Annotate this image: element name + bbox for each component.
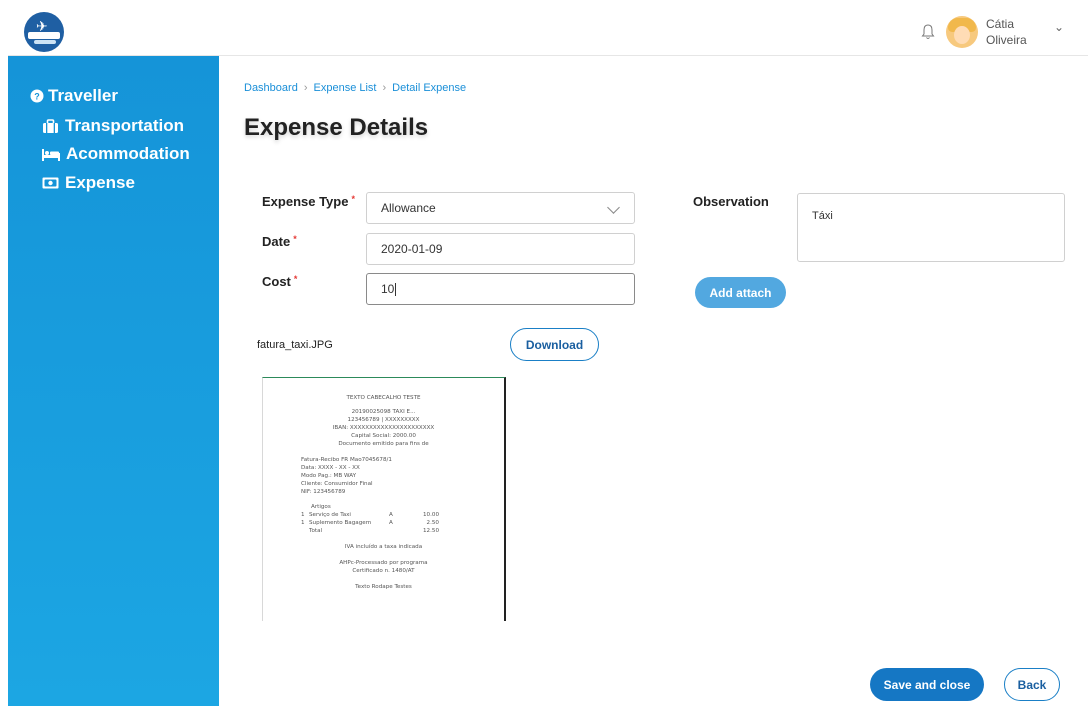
observation-textarea[interactable]: Táxi (797, 193, 1065, 262)
observation-value: Táxi (812, 210, 833, 222)
sidebar-item-label: Transportation (65, 116, 185, 135)
expense-type-select[interactable]: Allowance (366, 192, 635, 224)
sidebar-item-transportation[interactable]: Transportation (42, 116, 184, 136)
date-value: 2020-01-09 (381, 242, 443, 256)
receipt-iban: IBAN: XXXXXXXXXXXXXXXXXXXXXX (332, 425, 435, 431)
sidebar-item-acommodation[interactable]: Acommodation (42, 144, 190, 164)
breadcrumb-detail-expense[interactable]: Detail Expense (392, 82, 466, 94)
user-name[interactable]: Cátia Oliveira (986, 16, 1046, 48)
receipt-issued: Documento emitido para fins de (338, 441, 429, 447)
cost-input[interactable]: 10 (366, 273, 635, 305)
receipt-item-row: 1 Suplemento Bagagem A 2.50 (301, 520, 439, 526)
receipt-nif-line: 123456789 | XXXXXXXXX (347, 417, 420, 423)
avatar[interactable] (946, 16, 978, 48)
required-marker: * (293, 274, 298, 284)
back-button[interactable]: Back (1004, 668, 1060, 701)
receipt-company: 20190025098 TAXI E... (351, 409, 416, 415)
receipt-processed: AHPc-Processado por programa (339, 560, 428, 566)
sidebar-item-expense[interactable]: Expense (42, 173, 135, 193)
cost-label: Cost * (262, 274, 298, 289)
breadcrumb-separator-icon: › (303, 82, 308, 94)
app-logo[interactable]: ✈ (24, 12, 64, 52)
user-last-name: Oliveira (986, 33, 1027, 47)
receipt-item-row: 1 Serviço de Taxi A 10.00 (301, 512, 439, 518)
bell-icon[interactable] (920, 23, 936, 41)
sidebar-item-traveller[interactable]: ? Traveller (30, 86, 118, 106)
receipt-footer: Texto Rodape Testes (355, 584, 412, 590)
date-label: Date * (262, 234, 297, 249)
breadcrumb: Dashboard › Expense List › Detail Expens… (244, 82, 466, 94)
attachment-filename: fatura_taxi.JPG (257, 339, 333, 351)
receipt-date: Data: XXXX - XX - XX (301, 465, 360, 471)
receipt-header: TEXTO CABECALHO TESTE (346, 395, 421, 401)
bed-icon (42, 148, 60, 161)
sidebar-item-label: Expense (65, 173, 135, 192)
receipt-iva-note: IVA incluído a taxa indicada (344, 544, 423, 550)
receipt-invoice: Fatura-Recibo FR Mao7045678/1 (301, 457, 392, 463)
download-button[interactable]: Download (510, 328, 599, 361)
receipt-payment: Modo Pag.: MB WAY (301, 473, 357, 479)
receipt-capital: Capital Social: 2000.00 (351, 433, 416, 439)
breadcrumb-separator-icon: › (382, 82, 387, 94)
sidebar-item-label: Acommodation (66, 144, 190, 163)
expense-type-value: Allowance (381, 201, 436, 215)
required-marker: * (351, 194, 355, 204)
receipt-total-row: Total 12.50 (309, 528, 439, 534)
expense-type-label: Expense Type * (262, 194, 355, 209)
required-marker: * (293, 234, 297, 244)
briefcase-icon (43, 118, 58, 133)
save-and-close-button[interactable]: Save and close (870, 668, 984, 701)
svg-text:?: ? (34, 92, 40, 102)
receipt-items-title: Artigos (311, 504, 331, 510)
info-circle-icon: ? (30, 89, 44, 103)
text-cursor (395, 282, 397, 296)
breadcrumb-expense-list[interactable]: Expense List (314, 82, 377, 94)
receipt-client: Cliente: Consumidor Final (301, 481, 373, 487)
page-title: Expense Details (244, 114, 429, 141)
receipt-certificate: Certificado n. 1480/AT (352, 568, 415, 574)
sidebar-item-label: Traveller (48, 86, 118, 105)
date-input[interactable]: 2020-01-09 (366, 233, 635, 265)
sidebar: ? Traveller Transportation Acommodation … (8, 56, 219, 706)
observation-label: Observation (693, 194, 769, 209)
cost-value: 10 (381, 282, 395, 296)
user-first-name: Cátia (986, 17, 1015, 31)
add-attach-button[interactable]: Add attach (695, 277, 786, 308)
money-icon (42, 177, 59, 189)
receipt-nif: NIF: 123456789 (301, 489, 346, 495)
top-header: ✈ Cátia Oliveira ⌄ (8, 8, 1088, 56)
receipt-preview-image: TEXTO CABECALHO TESTE 20190025098 TAXI E… (262, 377, 506, 621)
chevron-down-icon (607, 201, 620, 214)
breadcrumb-dashboard[interactable]: Dashboard (244, 82, 298, 94)
chevron-down-icon[interactable]: ⌄ (1054, 20, 1064, 34)
